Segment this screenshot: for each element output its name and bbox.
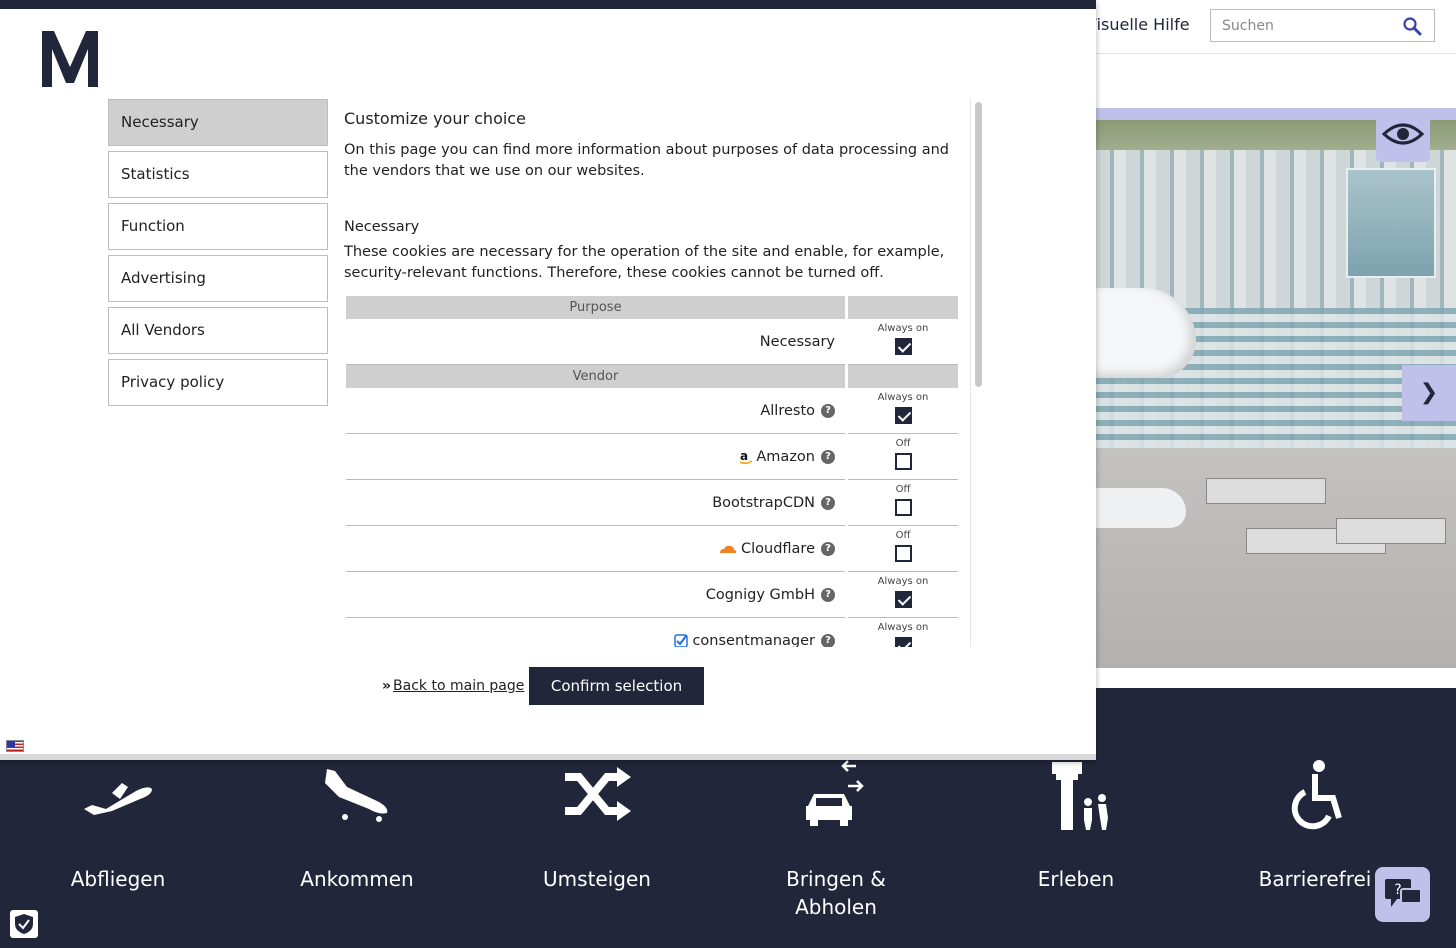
consent-table: Purpose Necessary Always on Vendor Allre…: [344, 296, 961, 647]
purpose-name: Necessary: [759, 333, 835, 350]
svg-text:?: ?: [1394, 882, 1401, 898]
language-flag-icon[interactable]: [6, 740, 24, 752]
sidebar-item-function[interactable]: Function: [108, 203, 328, 250]
shield-check-icon: [15, 914, 33, 934]
sidebar-item-statistics[interactable]: Statistics: [108, 151, 328, 198]
content-intro: On this page you can find more informati…: [344, 142, 950, 179]
chat-help-button[interactable]: ?: [1375, 867, 1430, 922]
vendor-checkbox-amazon[interactable]: [894, 452, 912, 470]
eye-icon: [1381, 123, 1425, 145]
tower-family-icon: [1052, 762, 1108, 830]
consent-content-panel: Customize your choice On this page you c…: [344, 99, 966, 647]
back-link-label: Back to main page: [393, 678, 525, 694]
vendor-name: BootstrapCDN: [712, 494, 815, 511]
nav-ankommen[interactable]: Ankommen: [267, 755, 447, 893]
toggle-state-label: Off: [895, 529, 911, 541]
consent-sidebar: Necessary Statistics Function Advertisin…: [108, 99, 328, 411]
help-icon[interactable]: ?: [821, 495, 835, 510]
content-title: Customize your choice: [344, 109, 526, 128]
purpose-checkbox-necessary[interactable]: [894, 337, 912, 355]
help-icon[interactable]: ?: [821, 587, 835, 602]
search-input[interactable]: [1211, 10, 1391, 41]
content-scrollbar[interactable]: [970, 99, 986, 647]
vendor-checkbox-cognigy[interactable]: [894, 590, 912, 608]
toggle-state-label: Off: [895, 437, 911, 449]
toggle-state-label: Always on: [877, 391, 929, 403]
vendor-checkbox-consentmanager[interactable]: [894, 636, 912, 647]
chat-question-icon: ?: [1384, 878, 1422, 907]
visual-aid-eye-button[interactable]: [1376, 108, 1430, 162]
vendor-name: consentmanager: [692, 632, 815, 648]
section-title: Necessary: [344, 219, 420, 235]
purpose-column-header: Purpose: [346, 296, 845, 319]
back-to-main-link[interactable]: » Back to main page: [382, 678, 524, 694]
nav-umsteigen[interactable]: Umsteigen: [507, 755, 687, 893]
sidebar-item-all-vendors[interactable]: All Vendors: [108, 307, 328, 354]
svg-text:a: a: [740, 450, 748, 463]
help-icon[interactable]: ?: [821, 403, 835, 418]
table-row: Necessary Always on: [346, 319, 958, 365]
munich-airport-logo: [42, 31, 98, 87]
search-box[interactable]: [1210, 9, 1435, 42]
vendor-checkbox-bootstrapcdn[interactable]: [894, 498, 912, 516]
confirm-selection-button[interactable]: Confirm selection: [529, 667, 704, 705]
double-chevron-icon: »: [382, 678, 392, 694]
plane-departure-icon: [84, 783, 152, 815]
vendor-name: Allresto: [760, 402, 815, 419]
vendor-checkbox-allresto[interactable]: [894, 406, 912, 424]
visual-help-link[interactable]: Visuelle Hilfe: [1086, 15, 1190, 34]
toggle-state-label: Always on: [877, 621, 929, 633]
nav-erleben[interactable]: Erleben: [986, 755, 1166, 893]
vendor-name: Cognigy GmbH: [705, 586, 815, 603]
help-icon[interactable]: ?: [821, 541, 835, 556]
table-row: BootstrapCDN? Off: [346, 480, 958, 526]
amazon-logo-icon: a: [740, 450, 753, 464]
table-row: Cognigy GmbH? Always on: [346, 572, 958, 618]
vendor-checkbox-cloudflare[interactable]: [894, 544, 912, 562]
table-row: a Amazon? Off: [346, 434, 958, 480]
cloudflare-logo-icon: [719, 545, 737, 553]
help-icon[interactable]: ?: [821, 449, 835, 464]
transfer-shuffle-icon: [565, 767, 631, 821]
consentmanager-logo-icon: [674, 633, 689, 647]
search-icon[interactable]: [1402, 16, 1422, 36]
nav-bringen-abholen[interactable]: Bringen & Abholen: [746, 755, 926, 921]
vendor-name: Cloudflare: [740, 540, 815, 557]
sidebar-item-necessary[interactable]: Necessary: [108, 99, 328, 146]
toggle-state-label: Always on: [877, 575, 929, 587]
toggle-state-label: Off: [895, 483, 911, 495]
car-pickup-icon: [806, 760, 864, 826]
table-row: Allresto? Always on: [346, 388, 958, 434]
vendor-column-header: Vendor: [346, 365, 845, 388]
nav-abfliegen[interactable]: Abfliegen: [28, 755, 208, 893]
plane-arrival-icon: [325, 769, 388, 822]
help-icon[interactable]: ?: [821, 633, 835, 647]
sidebar-item-advertising[interactable]: Advertising: [108, 255, 328, 302]
wheelchair-icon: [1291, 760, 1342, 830]
carousel-next-button[interactable]: ❯: [1402, 365, 1456, 421]
table-row: Cloudflare? Off: [346, 526, 958, 572]
table-row: consentmanager? Always on: [346, 618, 958, 647]
section-text: These cookies are necessary for the oper…: [344, 244, 945, 281]
scrollbar-thumb[interactable]: [975, 102, 982, 387]
sidebar-item-privacy-policy[interactable]: Privacy policy: [108, 359, 328, 406]
toggle-state-label: Always on: [877, 322, 929, 334]
vendor-name: Amazon: [756, 448, 815, 465]
privacy-settings-button[interactable]: [10, 910, 38, 938]
